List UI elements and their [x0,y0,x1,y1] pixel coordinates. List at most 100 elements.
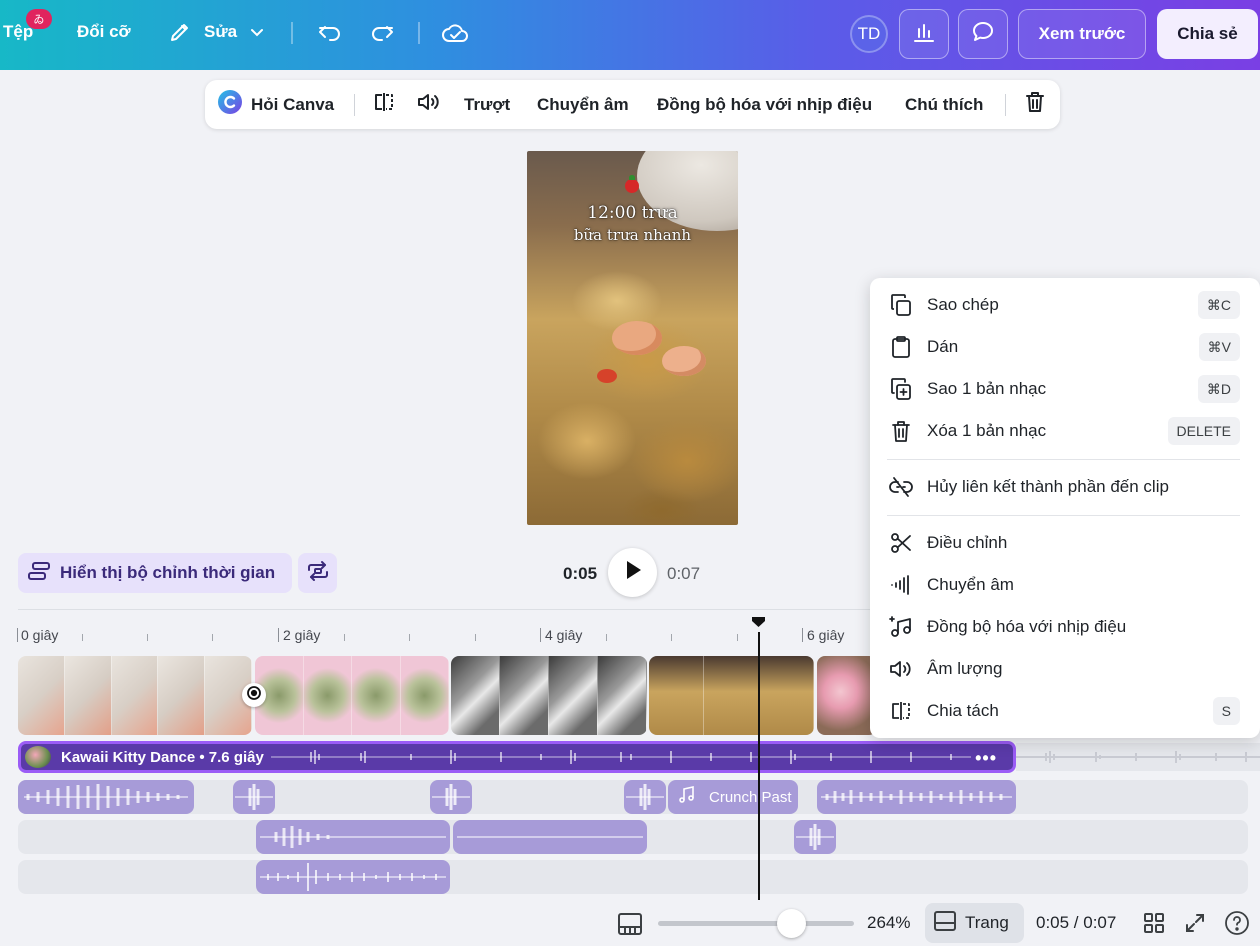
ruler-tick [475,634,476,641]
ruler-major-tick [540,628,541,642]
menu-item-paste[interactable]: Dán ⌘V [870,326,1260,368]
audio-clip[interactable] [624,780,666,814]
beat-sync-button[interactable]: Đồng bộ hóa với nhịp điệu [657,80,872,129]
audio-clip[interactable] [233,780,275,814]
edit-menu[interactable]: Sửa [168,20,265,44]
ruler-label: 2 giây [283,627,321,643]
volume-button[interactable] [416,80,442,129]
insights-button[interactable] [899,9,949,59]
playhead-handle[interactable] [751,615,766,627]
timeline-icon [26,559,52,588]
menu-item-label: Chuyển âm [927,575,1014,594]
cloud-check-icon [441,20,469,46]
audio-clip[interactable] [256,860,450,894]
split-button[interactable] [372,80,396,129]
menu-item-transcribe[interactable]: Chuyển âm [870,564,1260,606]
caption-button[interactable]: Chú thích [905,80,983,129]
menu-item-duplicate[interactable]: Sao 1 bản nhạc ⌘D [870,368,1260,410]
ruler-label: 0 giây [21,627,59,643]
audio-clip[interactable] [794,820,836,854]
clip-thumbnail [704,656,759,735]
audio-clip[interactable] [453,820,647,854]
ask-canva-label: Hỏi Canva [251,94,335,114]
menu-item-copy[interactable]: Sao chép ⌘C [870,284,1260,326]
video-clip[interactable] [817,656,877,735]
slide-button[interactable]: Trượt [464,80,510,129]
menu-item-unlink[interactable]: Hủy liên kết thành phần đến clip [870,466,1260,508]
ruler-tick [82,634,83,641]
ruler-major-tick [17,628,18,642]
notes-icon [617,912,643,941]
grid-view-button[interactable] [1143,912,1165,939]
menu-item-adjust[interactable]: Điều chỉnh [870,522,1260,564]
ruler-major-tick [278,628,279,642]
redo-button[interactable] [369,21,395,45]
zoom-slider-handle[interactable] [776,909,806,938]
menu-item-delete[interactable]: Xóa 1 bản nhạc DELETE [870,410,1260,452]
menu-item-split[interactable]: Chia tách S [870,690,1260,732]
audio-clip[interactable] [430,780,472,814]
ruler-tick [737,634,738,641]
playhead[interactable] [758,632,760,900]
ruler-major-tick [802,628,803,642]
menu-item-beat-sync[interactable]: Đồng bộ hóa với nhịp điệu [870,606,1260,648]
delete-button[interactable] [1023,80,1047,129]
main-audio-track[interactable]: Kawaii Kitty Dance • 7.6 giây ••• [18,741,1016,773]
share-button[interactable]: Chia sẻ [1157,9,1258,59]
ruler-tick [344,634,345,641]
play-button[interactable] [608,548,657,597]
menu-item-volume[interactable]: Âm lượng [870,648,1260,690]
divider [291,22,293,44]
canvas-preview[interactable]: 12:00 trưa bữa trưa nhanh [527,151,738,525]
video-clip[interactable] [18,656,252,735]
menu-item-label: Xóa 1 bản nhạc [927,421,1047,440]
page-label: Trang [965,913,1009,932]
clip-thumbnail [817,656,877,735]
video-clip[interactable] [451,656,647,735]
preview-button[interactable]: Xem trước [1018,9,1146,59]
divider [354,94,355,116]
audio-clip[interactable] [256,820,450,854]
page-view-button[interactable]: Trang [925,903,1024,943]
clip-thumbnail [500,656,549,735]
video-clip[interactable] [649,656,814,735]
menu-item-label: Sao 1 bản nhạc [927,379,1047,398]
clip-thumbnail [352,656,401,735]
divider [418,22,420,44]
fullscreen-button[interactable] [1184,912,1206,939]
split-icon [888,698,914,724]
menu-shortcut: ⌘V [1198,333,1240,361]
preview-caption-time[interactable]: 12:00 trưa [527,203,738,223]
ruler-label: 6 giây [807,627,845,643]
apple-emoji [625,175,639,193]
cloud-save-button[interactable] [441,20,469,46]
clip-thumbnail [111,656,159,735]
undo-button[interactable] [317,21,343,45]
comments-button[interactable] [958,9,1008,59]
audio-clip[interactable] [817,780,1016,814]
copy-icon [888,292,914,318]
track-thumbnail [25,746,51,768]
avatar[interactable]: TD [850,15,888,53]
scissors-icon [888,530,914,556]
show-timeline-button[interactable]: Hiển thị bộ chỉnh thời gian [18,553,292,593]
loop-button[interactable] [298,553,337,593]
more-options-icon[interactable]: ••• [975,748,997,769]
ruler-tick [606,634,607,641]
time-readout: 0:05 / 0:07 [1036,913,1116,933]
help-button[interactable] [1224,910,1250,941]
audio-clip[interactable] [18,780,194,814]
grid-icon [1143,912,1165,939]
transition-button[interactable] [242,683,266,707]
preview-caption-subtitle[interactable]: bữa trưa nhanh [527,226,738,244]
resize-button[interactable]: Đổi cỡ [77,22,131,42]
audio-clip-crunch[interactable]: Crunch Past [668,780,798,814]
transcribe-button[interactable]: Chuyển âm [537,80,629,129]
video-clip[interactable] [255,656,449,735]
clip-thumbnail [549,656,598,735]
volume-icon [416,90,442,119]
zoom-slider-track[interactable] [658,921,854,926]
ruler-tick [212,634,213,641]
notes-button[interactable] [617,912,643,941]
ask-canva-button[interactable]: Hỏi Canva [217,80,334,129]
